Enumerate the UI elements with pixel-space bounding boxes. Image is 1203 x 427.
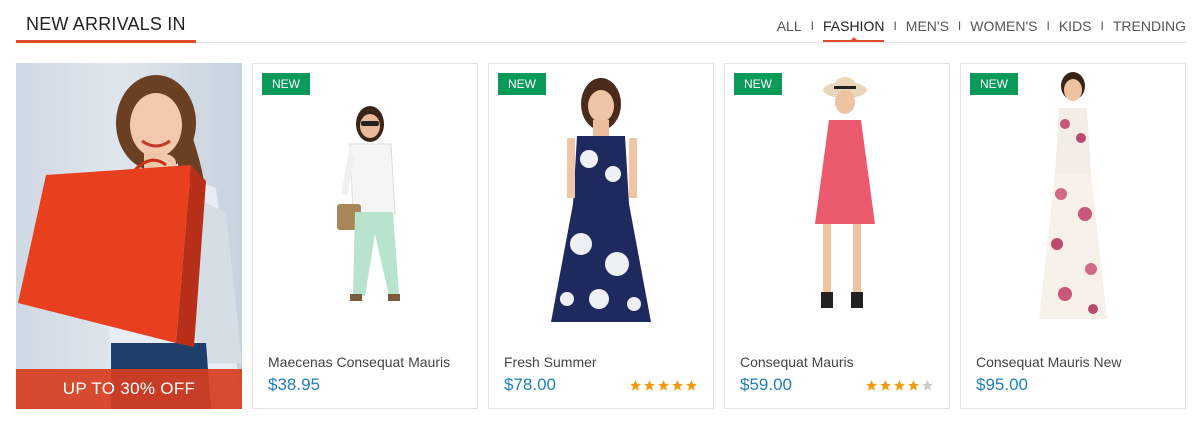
new-badge: NEW bbox=[262, 73, 310, 95]
star-icon bbox=[672, 380, 683, 391]
tab-mens[interactable]: MEN'S bbox=[906, 18, 949, 40]
product-name[interactable]: Fresh Summer bbox=[504, 354, 597, 370]
tab-all[interactable]: ALL bbox=[777, 18, 802, 40]
section-header: NEW ARRIVALS IN ALL I FASHION I MEN'S I … bbox=[16, 0, 1186, 43]
tab-separator: I bbox=[1046, 19, 1050, 33]
product-card[interactable]: NEW Fresh Summer $78.00 bbox=[488, 63, 714, 409]
product-price: $59.00 bbox=[740, 375, 792, 394]
tab-fashion[interactable]: FASHION bbox=[822, 18, 885, 42]
product-name[interactable]: Maecenas Consequat Mauris bbox=[268, 354, 450, 370]
product-price: $38.95 bbox=[268, 375, 320, 394]
star-icon bbox=[644, 380, 655, 391]
star-icon bbox=[894, 380, 905, 391]
tab-womens[interactable]: WOMEN'S bbox=[970, 18, 1037, 40]
tab-separator: I bbox=[957, 19, 962, 33]
product-name[interactable]: Consequat Mauris New bbox=[976, 354, 1122, 370]
new-badge: NEW bbox=[734, 73, 782, 95]
rating-stars bbox=[629, 379, 698, 392]
star-icon bbox=[658, 380, 669, 391]
tab-separator: I bbox=[810, 19, 814, 33]
star-icon bbox=[922, 380, 933, 391]
product-card[interactable]: NEW Consequat Mauris New $95.00 bbox=[960, 63, 1186, 409]
promo-model-image bbox=[18, 75, 242, 409]
rating-stars bbox=[865, 379, 934, 392]
promo-discount-label: UP TO 30% OFF bbox=[16, 369, 242, 409]
product-price: $78.00 bbox=[504, 375, 556, 394]
product-card[interactable]: NEW Maecenas Consequat Mauris $38.95 bbox=[252, 63, 478, 409]
star-icon bbox=[866, 380, 877, 391]
category-tabs: ALL I FASHION I MEN'S I WOMEN'S I KIDS I… bbox=[777, 18, 1186, 42]
product-image bbox=[1039, 72, 1107, 319]
star-icon bbox=[630, 380, 641, 391]
product-image bbox=[551, 78, 651, 322]
tab-trending[interactable]: TRENDING bbox=[1113, 18, 1186, 40]
tab-separator: I bbox=[893, 19, 897, 33]
star-icon bbox=[908, 380, 919, 391]
star-icon bbox=[686, 380, 697, 391]
product-price: $95.00 bbox=[976, 375, 1028, 394]
section-title: NEW ARRIVALS IN bbox=[16, 14, 196, 43]
product-name[interactable]: Consequat Mauris bbox=[740, 354, 854, 370]
tab-separator: I bbox=[1100, 19, 1104, 33]
new-badge: NEW bbox=[970, 73, 1018, 95]
star-icon bbox=[880, 380, 891, 391]
new-badge: NEW bbox=[498, 73, 546, 95]
tab-kids[interactable]: KIDS bbox=[1059, 18, 1092, 40]
promo-banner-card[interactable]: UP TO 30% OFF bbox=[16, 63, 242, 409]
product-image bbox=[337, 106, 400, 301]
product-card[interactable]: NEW Consequat Mauris $59.00 bbox=[724, 63, 950, 409]
product-image bbox=[815, 77, 875, 308]
